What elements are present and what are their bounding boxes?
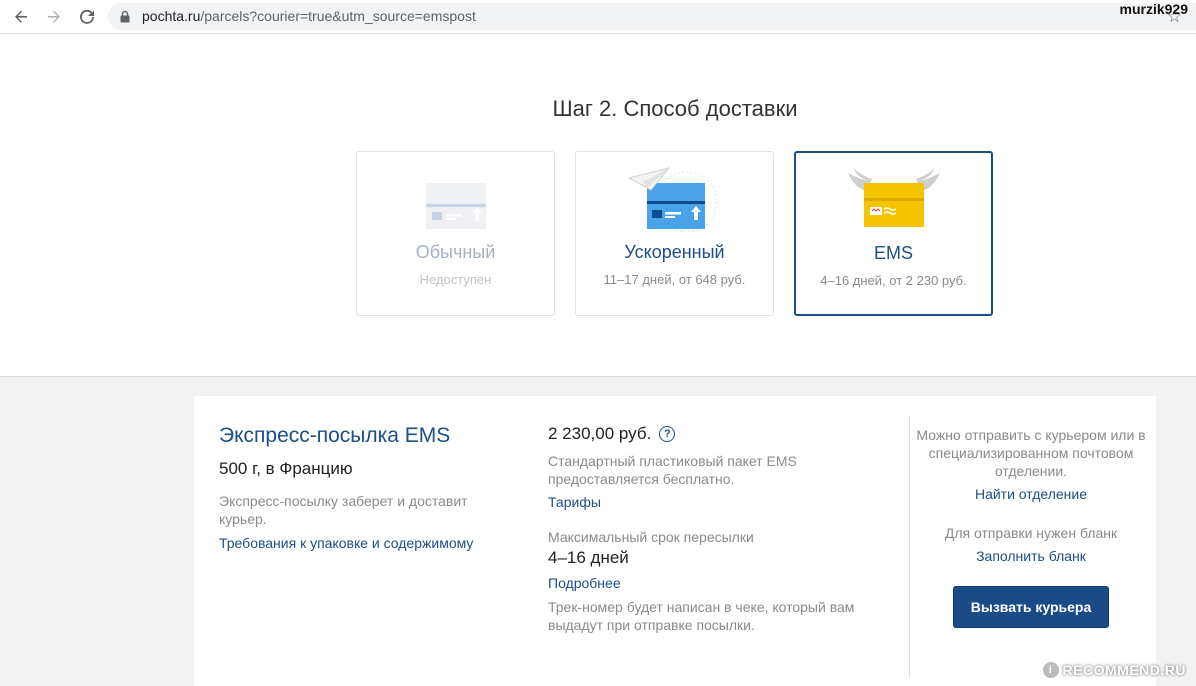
price-row: 2 230,00 руб. ? xyxy=(548,424,676,444)
watermark: i RECOMMEND.RU xyxy=(1042,662,1186,678)
more-details-link[interactable]: Подробнее xyxy=(548,575,621,591)
url-text[interactable]: pochta.ru/parcels?courier=true&utm_sourc… xyxy=(142,8,476,24)
delivery-option-ems[interactable]: EMS 4–16 дней, от 2 230 руб. xyxy=(794,151,993,316)
tariffs-link[interactable]: Тарифы xyxy=(548,494,601,510)
user-name: murzik929 xyxy=(1119,1,1188,17)
forward-arrow-icon[interactable] xyxy=(43,6,65,28)
card-title: EMS xyxy=(873,243,913,263)
card-title: Ускоренный xyxy=(624,242,725,262)
packaging-requirements-link[interactable]: Требования к упаковке и содержимому xyxy=(219,535,473,551)
card-subtitle: 4–16 дней, от 2 230 руб. xyxy=(820,273,967,288)
tracking-note: Трек-номер будет написан в чеке, который… xyxy=(548,599,855,633)
fill-form-link[interactable]: Заполнить бланк xyxy=(910,548,1152,564)
back-arrow-icon[interactable] xyxy=(10,6,32,28)
max-term-value: 4–16 дней xyxy=(548,548,629,567)
address-bar[interactable]: pochta.ru/parcels?courier=true&utm_sourc… xyxy=(108,3,1196,30)
card-subtitle: 11–17 дней, от 648 руб. xyxy=(603,272,746,287)
price-value: 2 230,00 руб. xyxy=(548,424,652,443)
service-description: Экспресс-посылку заберет и доставит курь… xyxy=(219,493,468,527)
details-panel: Экспресс-посылка EMS 500 г, в Францию Эк… xyxy=(194,396,1156,686)
parcel-weight-destination: 500 г, в Францию xyxy=(219,459,353,478)
browser-toolbar: pochta.ru/parcels?courier=true&utm_sourc… xyxy=(0,0,1196,34)
envelope-icon xyxy=(406,164,506,234)
form-required-note: Для отправки нужен бланк xyxy=(944,525,1118,541)
max-term-label: Максимальный срок пересылки xyxy=(548,529,754,545)
url-host: pochta.ru xyxy=(142,8,201,24)
url-path: /parcels?courier=true&utm_source=emspost xyxy=(200,8,476,24)
package-note: Стандартный пластиковый пакет EMS предос… xyxy=(548,453,797,487)
card-title: Обычный xyxy=(415,242,496,262)
recommend-logo-icon: i xyxy=(1042,662,1059,678)
card-subtitle: Недоступен xyxy=(419,272,492,287)
watermark-text: RECOMMEND.RU xyxy=(1062,662,1186,678)
paper-plane-envelope-icon xyxy=(625,164,725,234)
lock-icon xyxy=(120,10,130,28)
find-office-link[interactable]: Найти отделение xyxy=(910,486,1152,502)
service-title: Экспресс-посылка EMS xyxy=(219,424,451,447)
delivery-option-ordinary[interactable]: Обычный Недоступен xyxy=(356,151,555,316)
call-courier-button[interactable]: Вызвать курьера xyxy=(953,586,1109,628)
delivery-option-fast[interactable]: Ускоренный 11–17 дней, от 648 руб. xyxy=(575,151,774,316)
courier-info: Можно отправить с курьером или в специал… xyxy=(916,427,1146,479)
reload-icon[interactable] xyxy=(76,6,98,28)
winged-ems-envelope-icon xyxy=(844,165,944,235)
help-icon[interactable]: ? xyxy=(659,426,676,442)
step-title: Шаг 2. Способ доставки xyxy=(552,96,798,121)
